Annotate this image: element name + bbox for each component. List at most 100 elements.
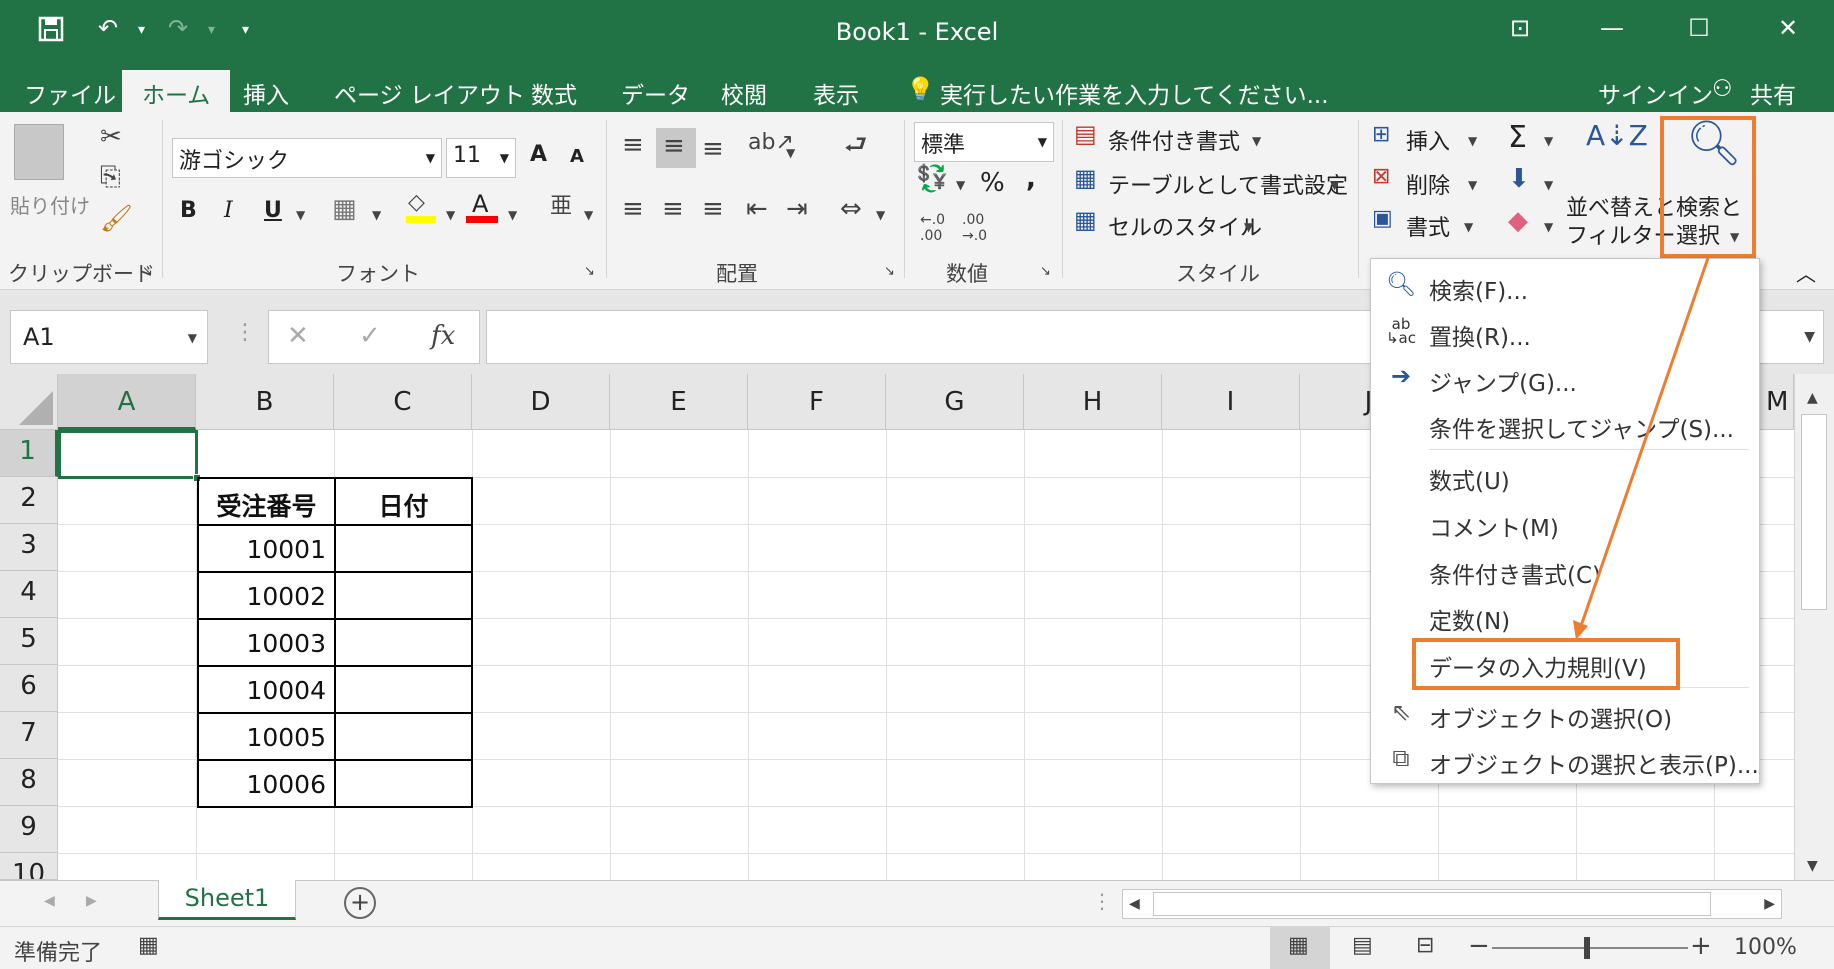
insert-function-button[interactable]: fx [431, 321, 455, 351]
decrease-indent-icon[interactable]: ⇤ [746, 196, 768, 222]
menu-item-replace[interactable]: ab ↳ac 置換(R)... [1371, 309, 1759, 353]
insert-cells-button[interactable]: 挿入 [1406, 124, 1450, 156]
increase-decimal-icon[interactable]: ←.0.00 [920, 212, 945, 244]
borders-icon[interactable]: ▦ [332, 196, 357, 222]
order-number-cell[interactable]: 10006 [197, 759, 336, 808]
maximize-icon[interactable]: ☐ [1679, 14, 1719, 42]
date-cell[interactable] [334, 759, 473, 808]
column-header[interactable]: B [196, 374, 334, 430]
splitter-icon[interactable]: ⋮ [1092, 889, 1112, 913]
row-header[interactable]: 3 [0, 524, 58, 571]
tab-file[interactable]: ファイル [24, 76, 116, 110]
chevron-down-icon[interactable]: ▼ [1544, 178, 1553, 192]
paste-icon[interactable] [14, 124, 64, 180]
align-top-icon[interactable]: ≡ [622, 132, 644, 158]
font-color-icon[interactable]: A [466, 190, 498, 224]
dialog-launcher-icon[interactable]: ↘ [884, 264, 895, 279]
menu-item-formulas[interactable]: 数式(U) [1371, 453, 1759, 497]
hscroll-thumb[interactable] [1153, 892, 1711, 916]
align-bottom-icon[interactable]: ≡ [702, 136, 724, 162]
date-cell[interactable] [334, 524, 473, 573]
merge-center-icon[interactable]: ⇔ [840, 196, 862, 222]
horizontal-scrollbar[interactable]: ◀ ▶ [1122, 889, 1782, 919]
row-header[interactable]: 8 [0, 759, 58, 806]
order-number-cell[interactable]: 10002 [197, 571, 336, 620]
column-header[interactable]: H [1024, 374, 1162, 430]
chevron-down-icon[interactable]: ▼ [508, 208, 517, 222]
expand-formula-bar-icon[interactable]: ▼ [1804, 329, 1815, 345]
row-header[interactable]: 1 [0, 430, 58, 477]
cancel-icon[interactable]: ✕ [287, 321, 309, 351]
tab-review[interactable]: 校閲 [721, 76, 767, 110]
select-all-button[interactable] [0, 374, 58, 430]
row-header[interactable]: 4 [0, 571, 58, 618]
menu-item-select-objects[interactable]: ⇖ オブジェクトの選択(O) [1371, 691, 1759, 735]
tab-home[interactable]: ホーム [122, 70, 231, 112]
zoom-slider-track[interactable] [1492, 947, 1688, 949]
signin-link[interactable]: サインイン [1598, 76, 1713, 110]
menu-item-constants[interactable]: 定数(N) [1371, 593, 1759, 637]
collapse-ribbon-icon[interactable]: ︿ [1796, 258, 1816, 287]
autosum-icon[interactable]: Σ [1508, 120, 1527, 155]
column-header[interactable]: E [610, 374, 748, 430]
dialog-launcher-icon[interactable]: ↘ [142, 264, 153, 279]
bold-button[interactable]: B [180, 198, 197, 223]
chevron-down-icon[interactable]: ▼ [446, 208, 455, 222]
tab-insert[interactable]: 挿入 [243, 76, 289, 110]
delete-cells-icon[interactable]: ⊠ [1372, 166, 1390, 188]
wrap-text-icon[interactable]: ⮐ [844, 132, 867, 158]
cell-styles-icon[interactable]: ▦ [1074, 208, 1097, 232]
date-cell[interactable] [334, 571, 473, 620]
chevron-down-icon[interactable]: ▼ [372, 208, 381, 222]
table-header-order-number[interactable]: 受注番号 [197, 477, 336, 526]
tab-formulas[interactable]: 数式 [531, 76, 577, 110]
menu-item-comments[interactable]: コメント(M) [1371, 500, 1759, 544]
tab-view[interactable]: 表示 [813, 76, 859, 110]
percent-style-button[interactable]: % [980, 168, 1005, 198]
dialog-launcher-icon[interactable]: ↘ [584, 264, 595, 279]
comma-style-button[interactable]: , [1026, 164, 1036, 194]
chevron-down-icon[interactable]: ▼ [584, 208, 593, 222]
chevron-down-icon[interactable]: ▼ [1544, 134, 1553, 148]
active-cell-a1[interactable] [58, 430, 198, 479]
order-number-cell[interactable]: 10001 [197, 524, 336, 573]
column-header[interactable]: C [334, 374, 472, 430]
order-number-cell[interactable]: 10003 [197, 618, 336, 667]
menu-item-goto-special[interactable]: 条件を選択してジャンプ(S)... [1371, 401, 1759, 445]
order-number-cell[interactable]: 10005 [197, 712, 336, 761]
scroll-up-icon[interactable]: ▲ [1807, 390, 1818, 406]
menu-item-goto[interactable]: ➔ ジャンプ(G)... [1371, 355, 1759, 399]
enter-icon[interactable]: ✓ [359, 321, 381, 351]
sheet-tab-sheet1[interactable]: Sheet1 [158, 880, 296, 920]
insert-cells-icon[interactable]: ⊞ [1372, 124, 1390, 146]
copy-icon[interactable]: ⎘ [100, 164, 121, 190]
row-header[interactable]: 5 [0, 618, 58, 665]
number-format-combo[interactable]: 標準 ▼ [914, 122, 1054, 162]
scrollbar-thumb[interactable] [1801, 414, 1827, 610]
chevron-down-icon[interactable]: ▼ [1544, 220, 1553, 234]
align-right-icon[interactable]: ≡ [702, 196, 724, 222]
row-header[interactable]: 2 [0, 477, 58, 524]
shrink-font-button[interactable]: A [570, 146, 584, 167]
close-icon[interactable]: ✕ [1768, 14, 1808, 42]
chevron-down-icon[interactable]: ▼ [1468, 134, 1477, 148]
chevron-down-icon[interactable]: ▼ [1464, 220, 1473, 234]
increase-indent-icon[interactable]: ⇥ [786, 196, 808, 222]
date-cell[interactable] [334, 665, 473, 714]
format-cells-button[interactable]: 書式 [1406, 210, 1450, 242]
dialog-launcher-icon[interactable]: ↘ [1040, 264, 1051, 279]
column-header[interactable]: A [58, 374, 196, 430]
align-center-icon[interactable]: ≡ [662, 196, 684, 222]
row-header[interactable]: 6 [0, 665, 58, 712]
row-header[interactable]: 9 [0, 806, 58, 853]
format-as-table-icon[interactable]: ▦ [1074, 166, 1097, 190]
tab-page-layout[interactable]: ページ レイアウト [334, 76, 525, 110]
clear-icon[interactable]: ◆ [1508, 208, 1528, 234]
fill-color-icon[interactable]: ◇ [406, 192, 436, 223]
accounting-format-icon[interactable]: 💱 [916, 166, 948, 192]
vertical-scrollbar[interactable]: ▲ ▼ [1794, 374, 1834, 880]
scroll-right-icon[interactable]: ▶ [1764, 896, 1775, 912]
conditional-formatting-icon[interactable]: ▤ [1074, 122, 1097, 146]
chevron-down-icon[interactable]: ▼ [1244, 220, 1253, 234]
name-box[interactable]: A1 ▼ [10, 310, 208, 364]
